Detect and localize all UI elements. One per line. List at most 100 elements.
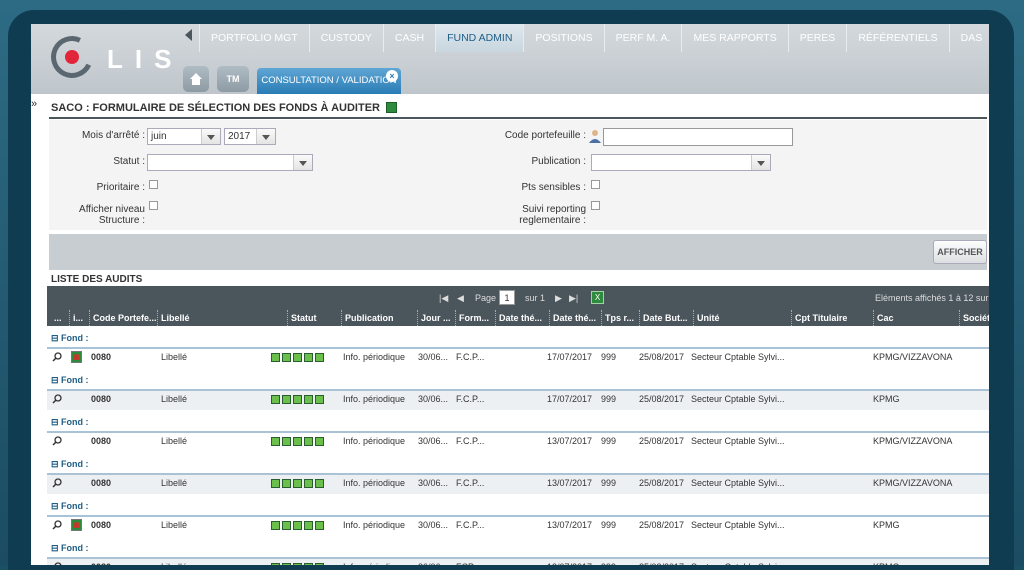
nav-item-8[interactable]: RÉFÉRENTIELS	[846, 24, 948, 52]
table-row[interactable]: 0080 Libellé Info. périodique 30/06... F.C.P…	[47, 431, 989, 452]
table-row[interactable]: 0080 Libellé Info. périodique 30/06... F.C.P…	[47, 389, 989, 410]
nav-item-0[interactable]: PORTFOLIO MGT	[199, 24, 309, 52]
column-header-10[interactable]: Tps r...	[601, 310, 634, 326]
tab-tm[interactable]: TM	[217, 66, 249, 92]
page-number-input[interactable]: 1	[499, 290, 515, 305]
cell-jour: 30/06...	[418, 394, 449, 404]
nav-item-1[interactable]: CUSTODY	[308, 24, 383, 52]
last-page-icon[interactable]: ▶|	[569, 286, 578, 310]
table-row[interactable]: 0080 Libellé Info. périodique 30/06... F.C.P…	[47, 515, 989, 536]
document-icon[interactable]	[71, 519, 82, 531]
statut-select[interactable]	[147, 154, 313, 171]
group-header[interactable]: ⊟ Fond :	[47, 536, 989, 557]
logo: LIS	[45, 30, 201, 86]
niveau-structure-checkbox[interactable]	[149, 201, 158, 210]
cell-date-theorique: 17/07/2017	[547, 352, 593, 362]
mois-select[interactable]: juin	[147, 128, 221, 145]
document-icon[interactable]	[71, 351, 82, 363]
search-icon[interactable]	[52, 352, 62, 362]
logo-dot-icon	[65, 50, 79, 64]
search-icon[interactable]	[52, 394, 62, 404]
excel-export-icon[interactable]: X	[591, 291, 604, 304]
table-row[interactable]: 0080 Libellé Info. périodique 30/06... F.C.P…	[47, 473, 989, 494]
nav-scroll-left-icon[interactable]	[185, 29, 192, 41]
status-square-icon	[271, 395, 280, 404]
column-header-4[interactable]: Statut	[287, 310, 317, 326]
column-header-15[interactable]: Sociét	[959, 310, 989, 326]
search-form: Mois d'arrêté : juin 2017 Statut : Prior…	[49, 120, 987, 230]
publication-label: Publication :	[531, 156, 586, 167]
column-header-13[interactable]: Cpt Titulaire	[791, 310, 847, 326]
status-square-icon	[293, 479, 302, 488]
nav-item-2[interactable]: CASH	[382, 24, 435, 52]
cell-cac: KPMG	[873, 520, 900, 530]
cell-statut	[271, 521, 326, 532]
first-page-icon[interactable]: |◀	[439, 286, 448, 310]
search-icon[interactable]	[52, 478, 62, 488]
nav-item-3[interactable]: FUND ADMIN	[435, 24, 524, 52]
column-header-5[interactable]: Publication	[341, 310, 394, 326]
page-title: SACO : FORMULAIRE DE SÉLECTION DES FONDS…	[51, 102, 398, 114]
tab-consultation-validation[interactable]: CONSULTATION / VALIDATION	[257, 68, 401, 94]
cell-statut	[271, 437, 326, 448]
group-header[interactable]: ⊟ Fond :	[47, 326, 989, 347]
table-row[interactable]: 0080LibelléInfo. périodique30/06...FCP .…	[47, 557, 989, 565]
status-square-icon	[282, 479, 291, 488]
annee-select[interactable]: 2017	[224, 128, 276, 145]
nav-item-9[interactable]: DAS	[948, 24, 989, 52]
cell-publication: Info. périodique	[343, 352, 406, 362]
cell-code: 0080	[91, 352, 112, 362]
column-header-0[interactable]: ...	[51, 310, 62, 326]
search-icon[interactable]	[52, 436, 62, 446]
column-header-9[interactable]: Date thé...	[549, 310, 596, 326]
cell-code: 0080	[91, 394, 112, 404]
mois-label: Mois d'arrêté :	[81, 130, 145, 141]
column-header-14[interactable]: Cac	[873, 310, 894, 326]
nav-item-6[interactable]: MES RAPPORTS	[681, 24, 787, 52]
cell-date-but: 25/08/2017	[639, 394, 685, 404]
group-header[interactable]: ⊟ Fond :	[47, 368, 989, 389]
suivi-reporting-checkbox[interactable]	[591, 201, 600, 210]
group-header[interactable]: ⊟ Fond :	[47, 452, 989, 473]
cell-date-but: 25/08/2017	[639, 436, 685, 446]
cell-cac: KPMG/VIZZAVONA	[873, 352, 953, 362]
group-header[interactable]: ⊟ Fond :	[47, 494, 989, 515]
pts-sensibles-checkbox[interactable]	[591, 180, 600, 189]
collapse-panel-button[interactable]: »	[31, 98, 45, 110]
cell-publication: Info. périodique	[343, 520, 406, 530]
user-lookup-icon[interactable]	[589, 129, 601, 143]
group-header[interactable]: ⊟ Fond :	[47, 410, 989, 431]
nav-item-4[interactable]: POSITIONS	[523, 24, 603, 52]
export-excel-icon[interactable]	[386, 102, 398, 113]
statut-label: Statut :	[113, 156, 145, 167]
app-window: LIS PORTFOLIO MGT CUSTODY CASH FUND ADMIN PO…	[31, 24, 989, 565]
prev-page-icon[interactable]: ◀	[457, 286, 464, 310]
nav-item-5[interactable]: PERF M. A.	[603, 24, 682, 52]
code-portefeuille-input[interactable]	[603, 128, 793, 146]
nav-item-7[interactable]: PERES	[787, 24, 847, 52]
status-square-icon	[304, 437, 313, 446]
tab-home[interactable]	[183, 66, 209, 92]
table-row[interactable]: 0080 Libellé Info. périodique 30/06... F.C.P…	[47, 347, 989, 368]
search-icon[interactable]	[52, 520, 62, 530]
afficher-button[interactable]: AFFICHER	[933, 240, 987, 264]
column-header-2[interactable]: Code Portefe...	[89, 310, 157, 326]
column-header-8[interactable]: Date thé...	[495, 310, 542, 326]
column-header-6[interactable]: Jour ...	[417, 310, 451, 326]
cell-cac: KPMG/VIZZAVONA	[873, 478, 953, 488]
column-header-12[interactable]: Unité	[693, 310, 720, 326]
next-page-icon[interactable]: ▶	[555, 286, 562, 310]
prioritaire-checkbox[interactable]	[149, 180, 158, 189]
cell-libelle: Libellé	[161, 520, 188, 530]
annee-select-value: 2017	[228, 131, 251, 142]
publication-select[interactable]	[591, 154, 771, 171]
close-icon[interactable]: ×	[386, 70, 398, 82]
column-header-1[interactable]: i...	[69, 310, 83, 326]
column-header-3[interactable]: Libellé	[157, 310, 190, 326]
column-header-7[interactable]: Form...	[455, 310, 489, 326]
column-header-11[interactable]: Date But...	[639, 310, 688, 326]
cell-libelle: Libellé	[161, 478, 188, 488]
niveau-structure-label: Afficher niveau Structure :	[49, 204, 145, 226]
cell-code: 0080	[91, 478, 112, 488]
suivi-reporting-label: Suivi reporting reglementaire :	[449, 204, 586, 226]
